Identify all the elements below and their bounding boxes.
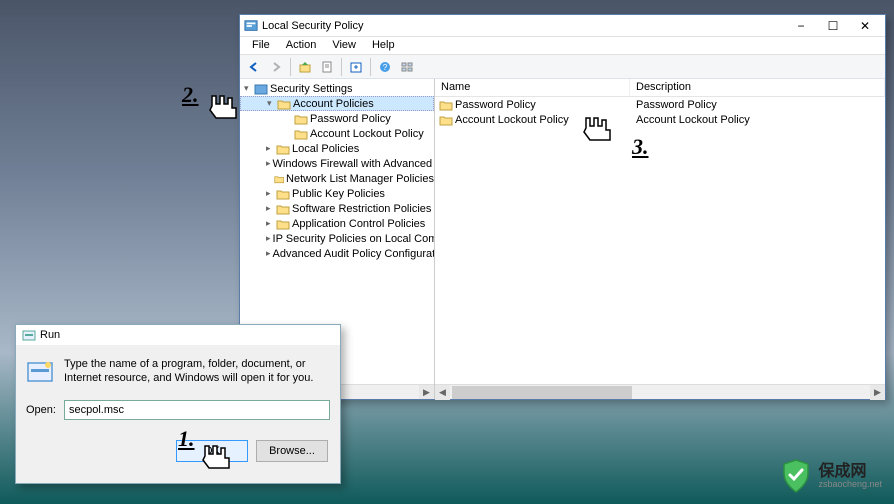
step-2-label: 2.	[182, 82, 199, 108]
scroll-right-icon[interactable]: ▶	[870, 385, 885, 400]
scroll-left-icon[interactable]: ◀	[435, 385, 450, 400]
run-dialog: Run Type the name of a program, folder, …	[15, 324, 341, 484]
app-icon	[244, 19, 258, 33]
menu-view[interactable]: View	[324, 37, 364, 54]
menu-action[interactable]: Action	[278, 37, 325, 54]
run-title-text: Run	[40, 329, 60, 341]
security-icon	[254, 83, 268, 95]
tree-network-list[interactable]: Network List Manager Policies	[240, 171, 434, 186]
toolbar: ?	[240, 55, 885, 79]
toolbar-separator	[341, 58, 342, 76]
watermark-url: zsbaocheng.net	[818, 480, 882, 489]
collapse-icon[interactable]: ▾	[267, 98, 277, 109]
folder-icon	[276, 143, 290, 155]
expand-icon[interactable]: ▸	[266, 233, 271, 244]
close-button[interactable]: ✕	[849, 16, 881, 36]
scroll-thumb[interactable]	[452, 386, 632, 399]
properties-button[interactable]	[317, 57, 337, 77]
folder-icon	[276, 188, 290, 200]
col-description[interactable]: Description	[630, 79, 885, 96]
list-row-password-policy[interactable]: Password Policy Password Policy	[435, 97, 885, 112]
tree-windows-firewall[interactable]: ▸ Windows Firewall with Advanced Sec	[240, 156, 434, 171]
forward-button[interactable]	[266, 57, 286, 77]
collapse-icon[interactable]: ▾	[244, 83, 254, 94]
menu-file[interactable]: File	[244, 37, 278, 54]
folder-icon	[274, 173, 285, 185]
step-1-label: 1.	[178, 426, 195, 452]
minimize-button[interactable]: −	[785, 16, 817, 36]
tree-app-control[interactable]: ▸ Application Control Policies	[240, 216, 434, 231]
expand-icon[interactable]: ▸	[266, 248, 271, 259]
up-button[interactable]	[295, 57, 315, 77]
tree-password-policy[interactable]: Password Policy	[240, 111, 434, 126]
list-hscrollbar[interactable]: ◀ ▶	[435, 384, 885, 399]
tree-local-policies[interactable]: ▸ Local Policies	[240, 141, 434, 156]
folder-icon	[439, 99, 453, 111]
shield-icon	[780, 458, 812, 494]
tree-root[interactable]: ▾ Security Settings	[240, 81, 434, 96]
watermark: 保成网 zsbaocheng.net	[780, 458, 882, 494]
tree-account-policies[interactable]: ▾ Account Policies	[240, 96, 434, 111]
expand-icon[interactable]: ▸	[266, 218, 276, 229]
maximize-button[interactable]: ☐	[817, 16, 849, 36]
run-description: Type the name of a program, folder, docu…	[64, 357, 330, 386]
view-button[interactable]	[397, 57, 417, 77]
step-3-label: 3.	[632, 134, 649, 160]
help-button[interactable]: ?	[375, 57, 395, 77]
expand-icon[interactable]: ▸	[266, 143, 276, 154]
toolbar-separator	[370, 58, 371, 76]
folder-icon	[439, 114, 453, 126]
run-titlebar[interactable]: Run	[16, 325, 340, 345]
tree-public-key[interactable]: ▸ Public Key Policies	[240, 186, 434, 201]
folder-icon	[276, 203, 290, 215]
folder-icon	[276, 218, 290, 230]
open-label: Open:	[26, 404, 56, 416]
run-icon	[22, 328, 36, 342]
folder-icon	[277, 98, 291, 110]
expand-icon[interactable]: ▸	[266, 188, 276, 199]
toolbar-separator	[290, 58, 291, 76]
export-button[interactable]	[346, 57, 366, 77]
window-title: Local Security Policy	[262, 20, 785, 32]
back-button[interactable]	[244, 57, 264, 77]
folder-icon	[294, 128, 308, 140]
scroll-right-icon[interactable]: ▶	[419, 385, 434, 400]
expand-icon[interactable]: ▸	[266, 203, 276, 214]
run-big-icon	[26, 357, 54, 385]
menubar: File Action View Help	[240, 37, 885, 55]
titlebar[interactable]: Local Security Policy − ☐ ✕	[240, 15, 885, 37]
tree-software-restriction[interactable]: ▸ Software Restriction Policies	[240, 201, 434, 216]
open-input[interactable]	[64, 400, 330, 420]
col-name[interactable]: Name	[435, 79, 630, 96]
svg-text:?: ?	[383, 63, 388, 72]
folder-icon	[294, 113, 308, 125]
tree-account-lockout-policy[interactable]: Account Lockout Policy	[240, 126, 434, 141]
expand-icon[interactable]: ▸	[266, 158, 271, 169]
list-pane[interactable]: Name Description Password Policy Passwor…	[435, 79, 885, 399]
list-row-account-lockout-policy[interactable]: Account Lockout Policy Account Lockout P…	[435, 112, 885, 127]
browse-button[interactable]: Browse...	[256, 440, 328, 462]
menu-help[interactable]: Help	[364, 37, 403, 54]
watermark-name: 保成网	[818, 464, 882, 480]
tree-advanced-audit[interactable]: ▸ Advanced Audit Policy Configuration	[240, 246, 434, 261]
list-header: Name Description	[435, 79, 885, 97]
tree-ip-security[interactable]: ▸ IP Security Policies on Local Compute	[240, 231, 434, 246]
